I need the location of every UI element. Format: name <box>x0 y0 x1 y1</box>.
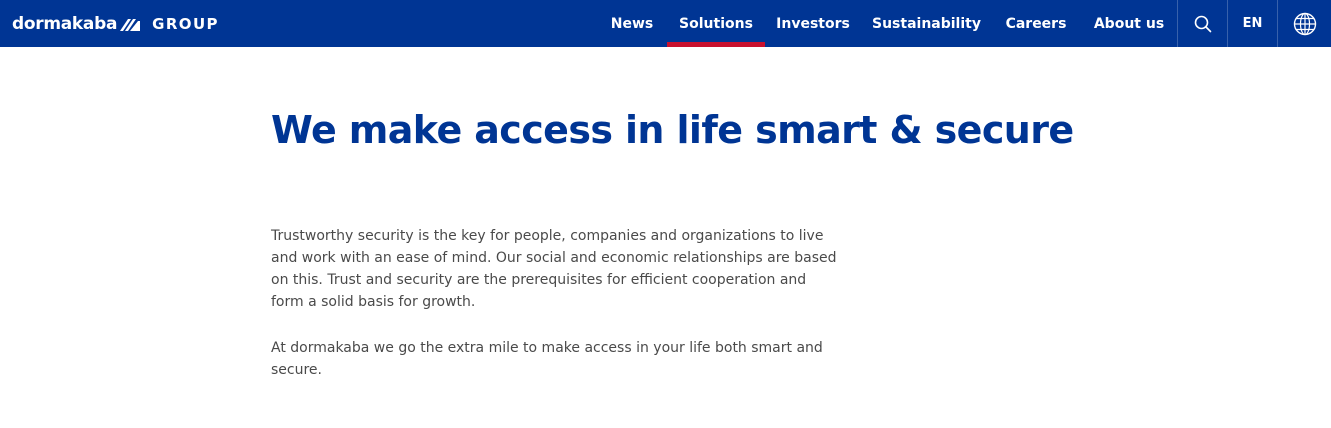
closing-paragraph: At dormakaba we go the extra mile to mak… <box>271 340 823 378</box>
nav-item-label: Solutions <box>679 15 753 32</box>
nav-item-label: News <box>610 15 654 32</box>
nav-item-news[interactable]: News <box>605 0 659 47</box>
nav-item-label: Investors <box>776 15 850 32</box>
nav-item-label: Careers <box>1005 15 1067 32</box>
globe-icon <box>1293 12 1316 35</box>
top-navigation-bar: dormakaba GROUP News Solutions Investors… <box>0 0 1331 47</box>
intro-paragraph: Trustworthy security is the key for peop… <box>271 228 837 310</box>
nav-item-careers[interactable]: Careers <box>1000 0 1072 47</box>
language-selector[interactable]: EN <box>1228 0 1277 47</box>
brand-logo[interactable]: dormakaba GROUP <box>12 0 219 47</box>
nav-item-label: About us <box>1093 15 1165 32</box>
language-label: EN <box>1242 16 1263 31</box>
search-button[interactable] <box>1178 0 1227 47</box>
brand-group-label: GROUP <box>152 14 219 33</box>
search-icon <box>1194 15 1211 32</box>
nav-item-solutions[interactable]: Solutions <box>667 0 765 47</box>
brand-mark-icon <box>120 18 141 31</box>
page-headline: We make access in life smart & secure <box>271 108 1074 152</box>
nav-item-sustainability[interactable]: Sustainability <box>870 0 983 47</box>
nav-item-about-us[interactable]: About us <box>1089 0 1169 47</box>
brand-wordmark: dormakaba <box>12 13 118 34</box>
nav-item-label: Sustainability <box>872 15 981 32</box>
nav-item-investors[interactable]: Investors <box>773 0 853 47</box>
global-sites-button[interactable] <box>1278 0 1331 47</box>
